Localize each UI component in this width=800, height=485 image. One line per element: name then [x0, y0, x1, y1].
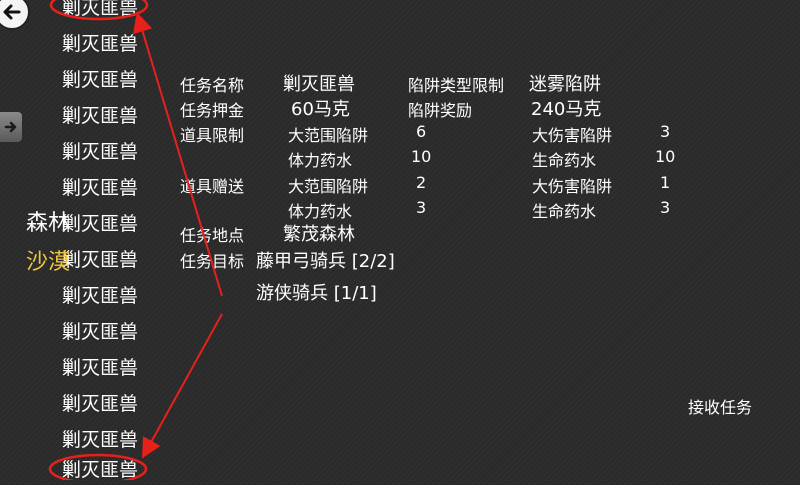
- quest-name-value: 剿灭匪兽: [283, 74, 355, 95]
- location-label: 任务地点: [180, 226, 245, 245]
- trap-reward-label: 陷阱奖励: [408, 101, 473, 120]
- item-limit-count: 3: [660, 122, 671, 141]
- deposit-label: 任务押金: [180, 101, 245, 120]
- item-gift-name: 生命药水: [532, 202, 597, 221]
- item-gift-count: 3: [660, 198, 671, 217]
- deposit-value: 60马克: [291, 99, 350, 120]
- quest-list-item[interactable]: 剿灭匪兽: [40, 101, 160, 131]
- quest-list-item[interactable]: 剿灭匪兽: [40, 173, 160, 203]
- arrow-right-icon: [4, 121, 17, 133]
- trap-type-value: 迷雾陷阱: [529, 74, 601, 95]
- location-value: 繁茂森林: [283, 224, 355, 245]
- item-limit-count: 6: [416, 122, 427, 141]
- item-limit-name: 体力药水: [288, 151, 353, 170]
- accept-quest-button[interactable]: 接收任务: [688, 394, 752, 418]
- arrow-left-icon: [3, 4, 21, 20]
- quest-list-item[interactable]: 剿灭匪兽: [40, 455, 160, 485]
- quest-name-label: 任务名称: [180, 76, 245, 95]
- target-label: 任务目标: [180, 252, 245, 271]
- item-gift-count: 1: [660, 173, 671, 192]
- target-item: 游侠骑兵 [1/1]: [256, 283, 377, 304]
- quest-list-item[interactable]: 剿灭匪兽: [40, 353, 160, 383]
- region-tab-forest[interactable]: 森林: [26, 205, 70, 237]
- item-limit-count: 10: [655, 147, 676, 166]
- side-panel-toggle[interactable]: [0, 112, 22, 142]
- quest-list-item[interactable]: 剿灭匪兽: [40, 137, 160, 167]
- item-gift-label: 道具赠送: [180, 177, 245, 196]
- item-gift-name: 大范围陷阱: [288, 177, 369, 196]
- item-gift-count: 2: [416, 173, 427, 192]
- item-limit-count: 10: [411, 147, 432, 166]
- item-limit-name: 大范围陷阱: [288, 126, 369, 145]
- quest-list-item[interactable]: 剿灭匪兽: [40, 281, 160, 311]
- quest-list-item[interactable]: 剿灭匪兽: [40, 425, 160, 455]
- quest-list-item[interactable]: 剿灭匪兽: [40, 65, 160, 95]
- quest-list-item[interactable]: 剿灭匪兽: [40, 29, 160, 59]
- quest-list-item[interactable]: 剿灭匪兽: [40, 317, 160, 347]
- item-gift-name: 体力药水: [288, 202, 353, 221]
- target-item: 藤甲弓骑兵 [2/2]: [256, 251, 395, 272]
- item-limit-label: 道具限制: [180, 126, 245, 145]
- quest-list-item[interactable]: 剿灭匪兽: [40, 389, 160, 419]
- trap-type-label: 陷阱类型限制: [408, 76, 505, 95]
- item-limit-name: 生命药水: [532, 151, 597, 170]
- item-gift-count: 3: [416, 198, 427, 217]
- quest-list-item[interactable]: 剿灭匪兽: [40, 0, 160, 23]
- item-gift-name: 大伤害陷阱: [532, 177, 613, 196]
- trap-reward-value: 240马克: [531, 99, 602, 120]
- item-limit-name: 大伤害陷阱: [532, 126, 613, 145]
- region-tab-desert[interactable]: 沙漠: [26, 244, 70, 276]
- back-button[interactable]: [0, 0, 30, 30]
